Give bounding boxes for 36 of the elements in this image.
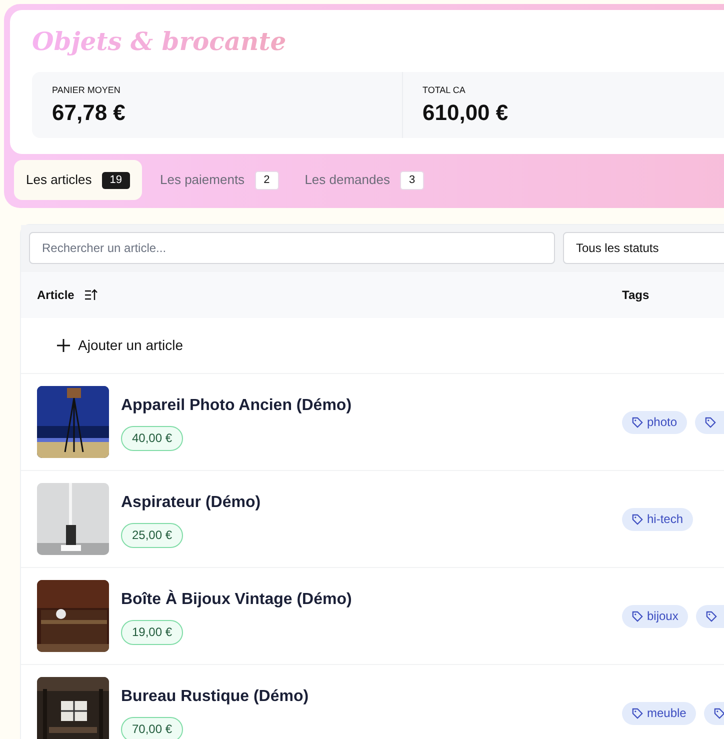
column-header[interactable]: Article <box>37 286 74 304</box>
tab[interactable]: Les paiements 2 <box>152 160 287 200</box>
sort-icon[interactable] <box>84 289 98 301</box>
article-name: Bureau Rustique (Démo) <box>121 686 309 706</box>
tag-chip[interactable]: bijoux <box>622 604 688 628</box>
article-name: Appareil Photo Ancien (Démo) <box>121 396 352 416</box>
tag-icon <box>632 610 643 622</box>
tag-chip[interactable]: meuble <box>622 702 696 724</box>
price-badge: 40,00 € <box>121 426 184 450</box>
status-dropdown[interactable]: Tous les statuts <box>563 232 724 264</box>
tag-icon <box>706 610 718 622</box>
tab[interactable]: Les demandes 3 <box>296 160 432 200</box>
tag-icon <box>714 708 724 718</box>
count-badge: 19 <box>102 172 130 188</box>
stat-label: TOTAL CA <box>422 84 466 96</box>
add-article-button[interactable]: Ajouter un article <box>57 335 184 356</box>
article-name: Aspirateur (Démo) <box>121 492 261 512</box>
column-header: Tags <box>622 287 650 304</box>
article-name: Boîte À Bijoux Vintage (Démo) <box>121 588 352 610</box>
stat-value: 610,00 € <box>422 99 510 127</box>
tag-chip[interactable]: hi-tech <box>622 508 694 530</box>
price-badge: 19,00 € <box>121 620 184 644</box>
count-badge: 2 <box>254 170 279 190</box>
tab[interactable]: Les articles 19 <box>14 160 142 200</box>
tag-icon <box>632 708 643 718</box>
plus-icon <box>57 339 70 352</box>
tag-icon <box>632 416 643 428</box>
stat-value: 67,78 € <box>52 99 126 127</box>
search-field[interactable]: Rechercher un article... <box>29 232 555 264</box>
count-badge: 3 <box>400 170 424 190</box>
stat-label: PANIER MOYEN <box>52 84 122 96</box>
price-badge: 70,00 € <box>121 716 184 739</box>
tag-chip[interactable]: photo <box>622 410 688 434</box>
tag-icon <box>705 416 716 428</box>
tag-icon <box>632 514 643 524</box>
price-badge: 25,00 € <box>121 522 184 548</box>
